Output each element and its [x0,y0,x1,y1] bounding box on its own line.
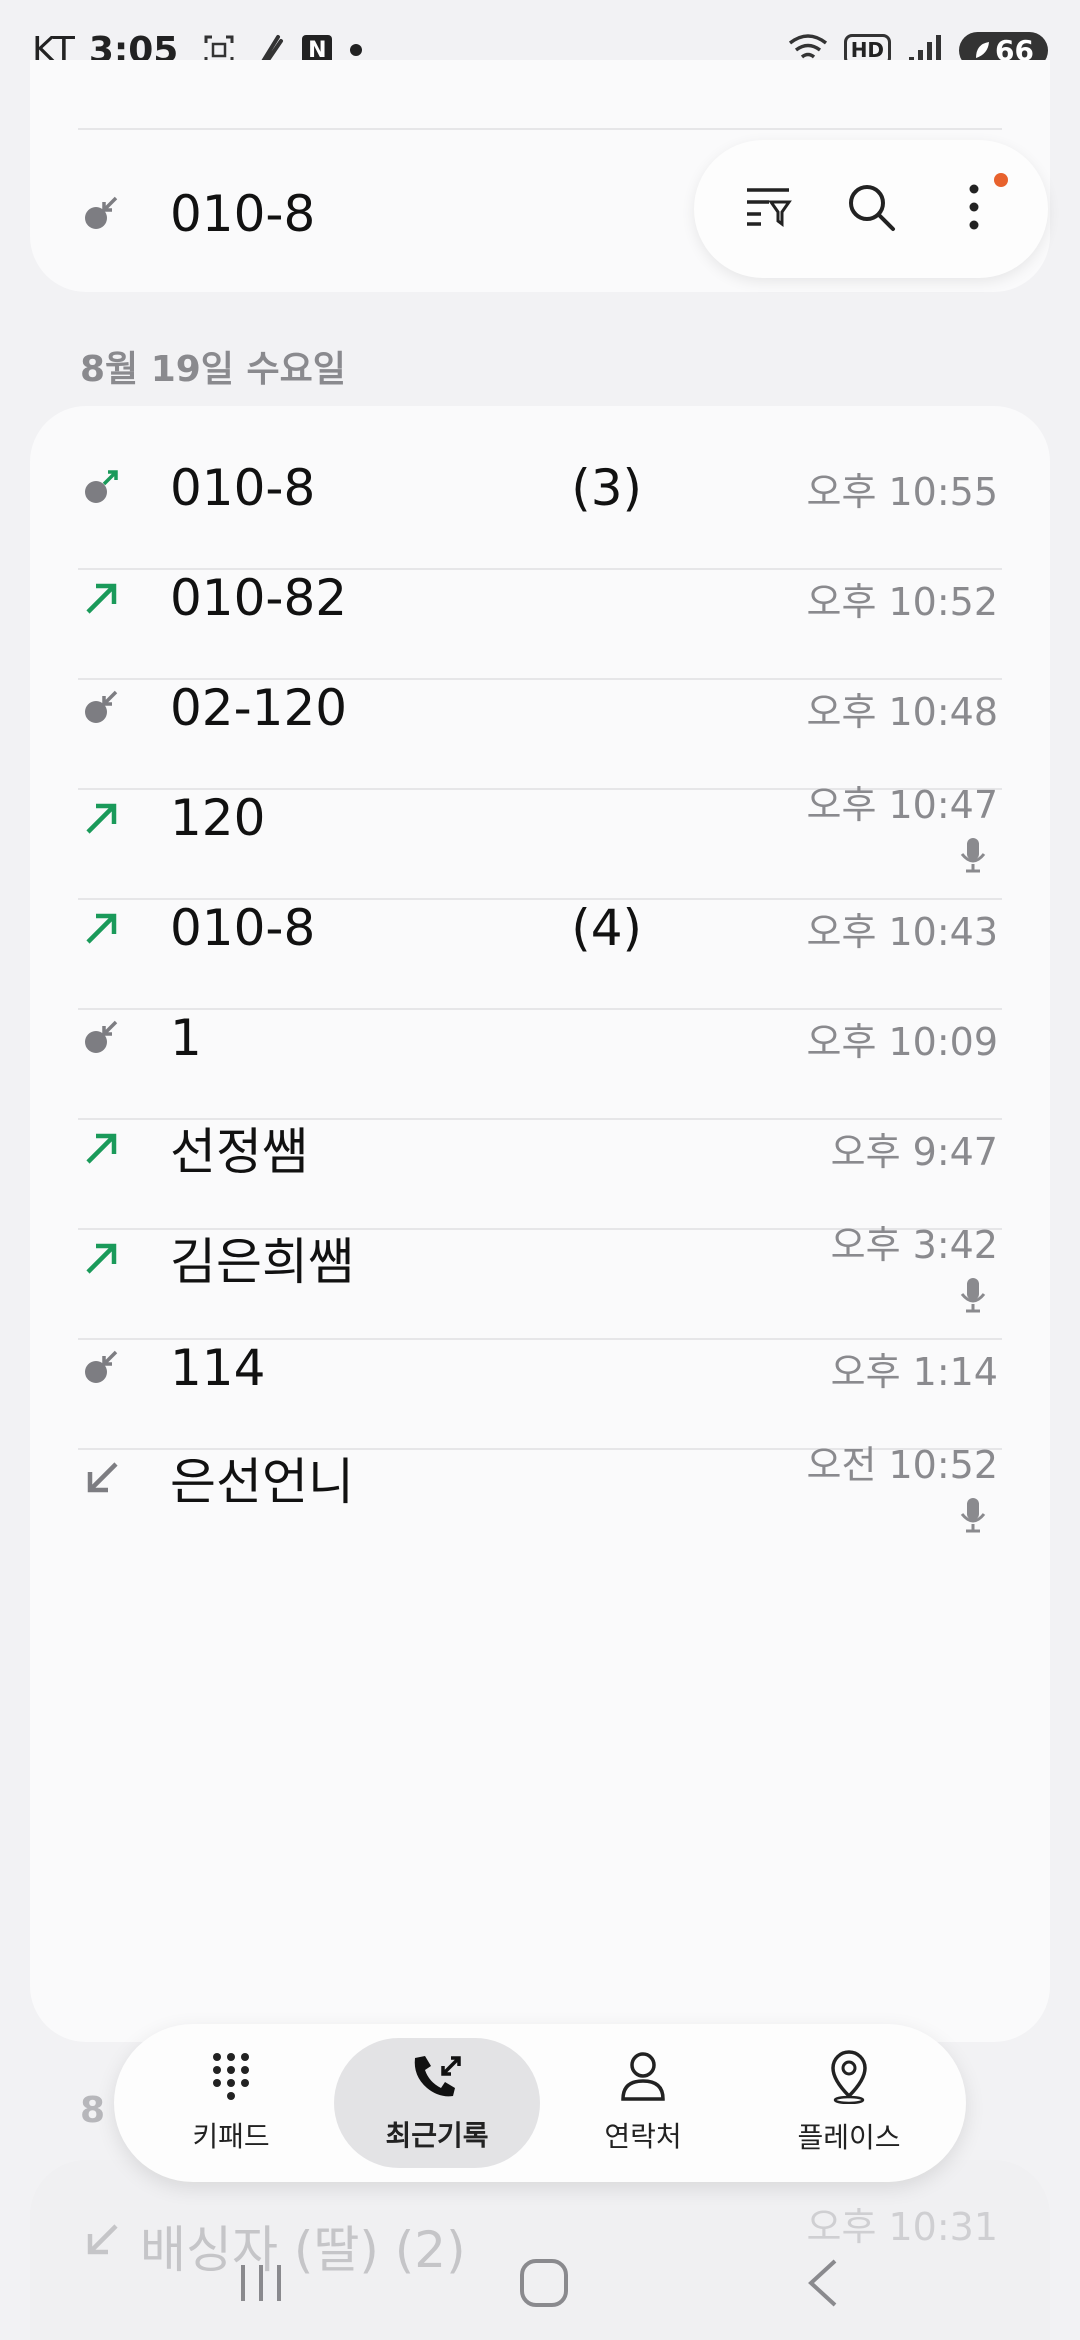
redacted-digits [347,579,588,624]
back-button[interactable] [803,2257,843,2313]
incoming-call-icon [80,1456,124,1500]
outgoing-call-icon [80,1236,124,1280]
recording-mic-icon [958,1496,988,1538]
recents-screen: KT 3:05 N HD 66 010-8 8월 19일 수요일 010-8 (… [0,0,1080,2340]
filter-button[interactable] [730,171,806,247]
call-name: 010-8 (4) [170,899,642,957]
call-name: 010-8 (3) [170,459,642,517]
call-name: 선정쌤 [170,1123,308,1181]
call-time: 오후 10:48 [806,689,998,734]
redacted-digits [315,469,556,514]
call-name: 02-120 [170,679,348,737]
places-icon [827,2050,871,2108]
floating-toolbar [694,140,1048,278]
contacts-icon [619,2051,667,2107]
call-name: 010-82 [170,569,588,627]
keypad-icon [210,2051,252,2107]
missed-message-call-icon [80,192,124,236]
call-number: 010-82 [170,569,348,627]
nav-keypad-label: 키패드 [192,2120,270,2153]
nav-recents-label: 최근기록 [385,2119,489,2152]
redacted-digits [315,909,556,954]
nav-contacts-label: 연락처 [604,2120,682,2153]
call-number: 1 [170,1009,202,1067]
call-name: 김은희쌤 [170,1233,354,1291]
date-section-header: 8월 19일 수요일 [80,349,346,390]
redacted-digits [201,1019,442,1064]
divider [78,128,1002,130]
call-time: 오후 10:09 [806,1019,998,1064]
incoming-message-call-icon [80,1016,124,1060]
call-time: 오후 10:55 [806,469,998,514]
system-navigation-bar [0,2230,1080,2340]
call-name: 은선언니 [170,1453,354,1511]
next-date-section-header: 8 [80,2090,106,2131]
call-time: 오후 9:47 [830,1129,998,1174]
call-number: 010-8 [170,459,316,517]
outgoing-call-icon [80,576,124,620]
call-time: 오후 10:47 [806,783,998,827]
more-options-button[interactable] [936,171,1012,247]
outgoing-call-icon [80,796,124,840]
outgoing-call-icon [80,1126,124,1170]
nav-recents[interactable]: 최근기록 [334,2038,540,2168]
call-row[interactable]: 은선언니 오전 10:52 [30,1396,1050,1560]
call-count: (4) [571,899,643,957]
search-icon [845,181,897,237]
notification-dot [994,173,1009,187]
incoming-message-call-icon [80,1346,124,1390]
more-options-icon [968,183,980,235]
recent-apps-button[interactable] [237,2261,285,2309]
filter-icon [743,184,793,234]
outgoing-call-icon [80,906,124,950]
nav-places[interactable]: 플레이스 [746,2038,952,2168]
call-name: 1 [170,1009,442,1067]
recent-calls-icon [409,2052,465,2106]
call-time: 오전 10:52 [806,1443,998,1487]
call-count: (3) [571,459,643,517]
nav-contacts[interactable]: 연락처 [540,2038,746,2168]
nav-keypad[interactable]: 키패드 [128,2038,334,2168]
call-time: 오후 10:52 [806,579,998,624]
call-name: 120 [170,789,266,847]
outgoing-message-call-icon [80,466,124,510]
call-number: 010-8 [170,185,316,243]
call-number: 010-8 [170,899,316,957]
call-time: 오후 10:43 [806,909,998,954]
call-name: 114 [170,1339,266,1397]
more-notifications-dot-icon [350,44,363,56]
call-time: 오후 3:42 [830,1223,998,1267]
nav-places-label: 플레이스 [797,2121,901,2154]
search-button[interactable] [833,171,909,247]
call-log-card: 010-8 (3) 오후 10:55 010-82 오후 10:52 02-12… [30,406,1050,2042]
bottom-navigation: 키패드 최근기록 연락처 플레이스 [114,2024,966,2182]
call-time: 오후 1:14 [830,1349,998,1394]
home-button[interactable] [518,2257,570,2313]
incoming-message-call-icon [80,686,124,730]
